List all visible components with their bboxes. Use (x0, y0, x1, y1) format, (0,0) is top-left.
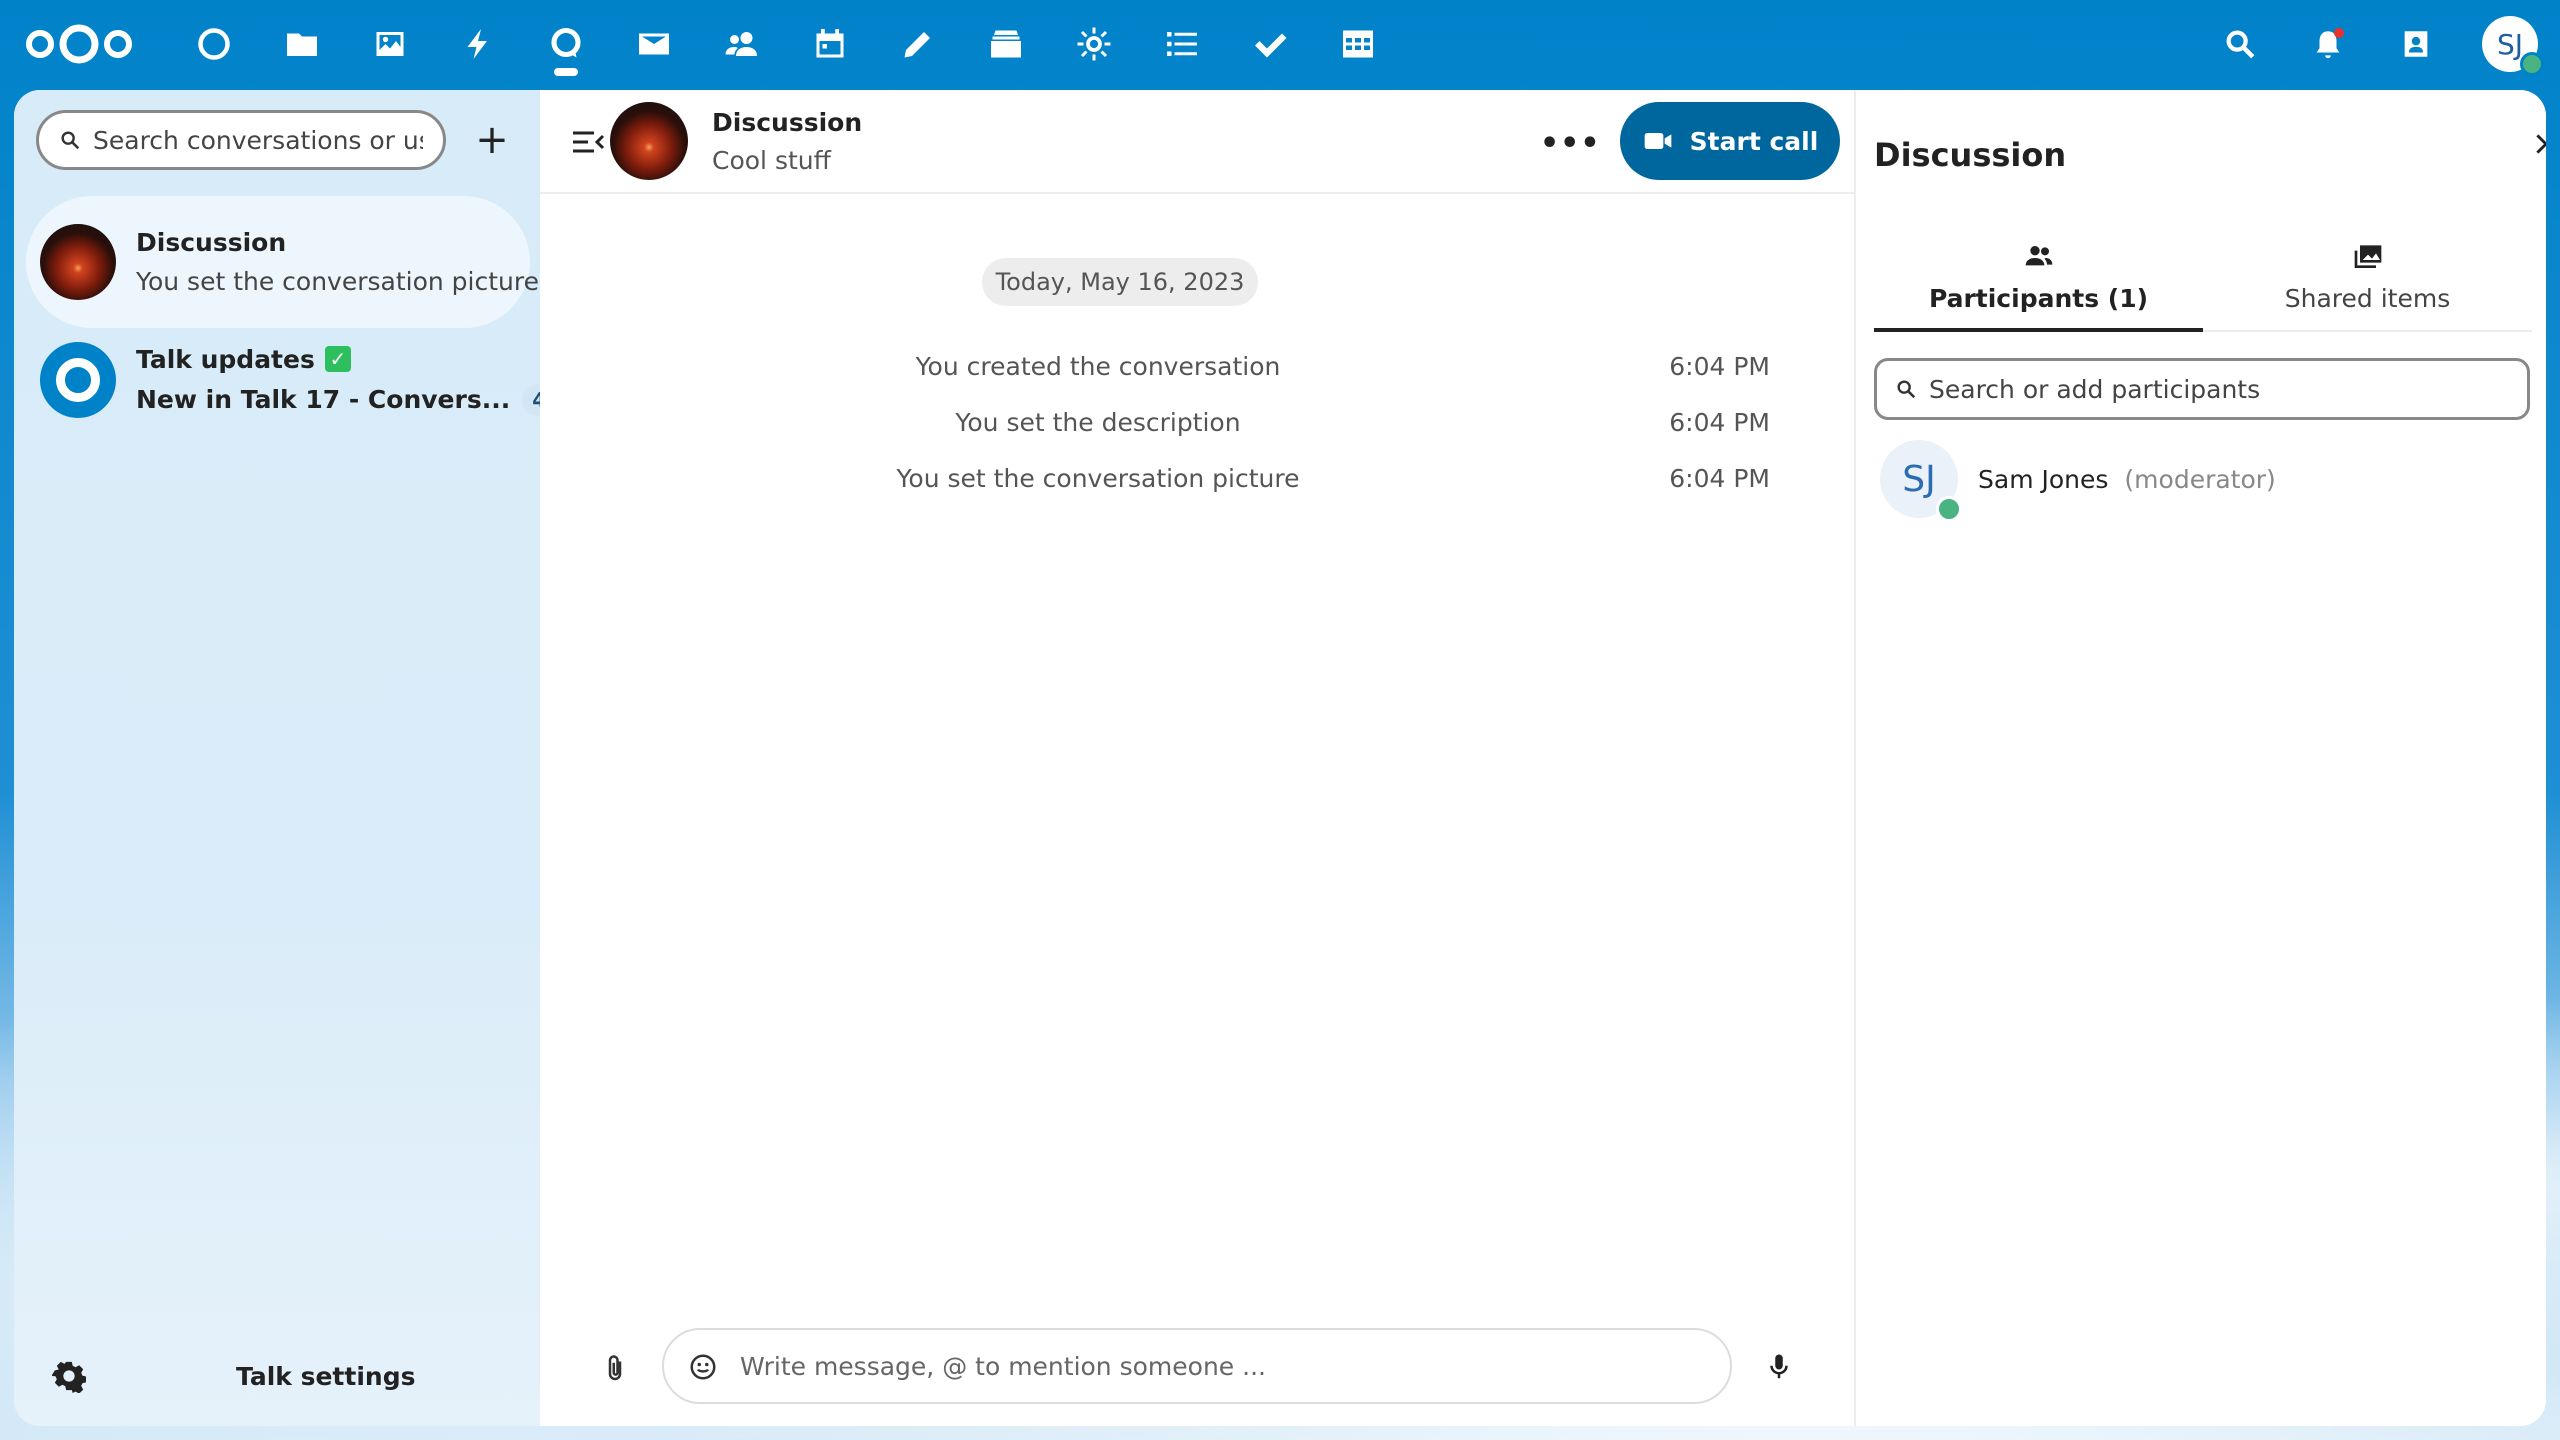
conversation-title: Talk updates (136, 344, 315, 374)
participant-avatar: SJ (1880, 440, 1962, 522)
shared-items-icon (2354, 245, 2381, 268)
mail-icon[interactable] (610, 0, 698, 88)
system-message-text: You set the description (955, 408, 1241, 437)
tab-shared-items[interactable]: Shared items (2203, 240, 2532, 330)
deck-icon[interactable] (962, 0, 1050, 88)
toggle-navigation-icon[interactable] (570, 124, 606, 160)
close-icon (2536, 134, 2546, 154)
conversation-last-message: New in Talk 17 - Convers... (136, 385, 511, 414)
tab-participants[interactable]: Participants (1) (1874, 240, 2203, 332)
list-icon[interactable] (1138, 0, 1226, 88)
activity-icon[interactable] (434, 0, 522, 88)
new-conversation-button[interactable]: + (466, 114, 518, 166)
message-input[interactable] (740, 1346, 1700, 1386)
conversation-item-discussion[interactable]: Discussion You set the conversation pict… (26, 196, 539, 328)
more-actions-button[interactable]: ••• (1540, 126, 1601, 161)
search-icon (61, 131, 80, 150)
chat-header: Discussion Cool stuff ••• Start call (540, 90, 1854, 194)
notes-icon[interactable] (874, 0, 962, 88)
start-call-label: Start call (1689, 126, 1819, 156)
notifications-icon[interactable] (2284, 0, 2372, 88)
contacts-icon[interactable] (698, 0, 786, 88)
verified-check-icon: ✓ (324, 346, 351, 372)
top-header: SJ (0, 0, 2560, 88)
video-camera-icon (1644, 133, 1672, 149)
conversation-avatar[interactable] (610, 102, 688, 180)
system-message: You set the conversation picture 6:04 PM (540, 464, 1856, 504)
system-message: You created the conversation 6:04 PM (540, 352, 1856, 392)
tab-shared-items-label: Shared items (2284, 284, 2451, 313)
participant-role: (moderator) (2124, 464, 2276, 494)
emoji-icon[interactable] (688, 1352, 718, 1382)
talk-icon[interactable] (522, 0, 610, 88)
photos-icon[interactable] (346, 0, 434, 88)
close-sidebar-button[interactable] (2522, 120, 2546, 168)
notification-dot (2334, 28, 2344, 38)
conversation-search-input[interactable] (93, 125, 423, 155)
files-icon[interactable] (258, 0, 346, 88)
search-icon (1897, 380, 1916, 399)
chat-panel: Discussion Cool stuff ••• Start call Tod… (540, 90, 1856, 1426)
tables-icon[interactable] (1314, 0, 1402, 88)
nextcloud-logo[interactable] (24, 20, 134, 68)
online-status-icon (1936, 496, 1962, 522)
tab-participants-label: Participants (1) (1928, 284, 2149, 313)
message-time: 6:04 PM (1669, 408, 1770, 437)
conversation-last-message: You set the conversation picture (136, 267, 540, 296)
talk-app-window: + Discussion You set the conversation pi… (14, 90, 2546, 1426)
system-message-text: You set the conversation picture (896, 464, 1300, 493)
participant-item[interactable]: SJ Sam Jones (moderator) (1874, 436, 2530, 522)
sidebar-title: Discussion (1874, 136, 2067, 174)
message-composer (540, 1328, 1854, 1408)
microphone-icon[interactable] (1764, 1350, 1794, 1384)
gear-icon (52, 1361, 86, 1393)
participant-search[interactable] (1874, 358, 2530, 420)
conversation-list-panel: + Discussion You set the conversation pi… (14, 90, 571, 1426)
message-time: 6:04 PM (1669, 464, 1770, 493)
participants-icon (2025, 246, 2052, 266)
participant-search-input[interactable] (1929, 374, 2509, 404)
talk-settings-label: Talk settings (236, 1361, 416, 1391)
participant-name: Sam Jones (1978, 464, 2109, 494)
conversation-avatar (40, 224, 116, 300)
start-call-button[interactable]: Start call (1620, 102, 1840, 180)
calendar-icon[interactable] (786, 0, 874, 88)
conversation-item-talk-updates[interactable]: Talk updates ✓ New in Talk 17 - Convers.… (26, 330, 571, 430)
tasks-icon[interactable] (1226, 0, 1314, 88)
date-separator: Today, May 16, 2023 (982, 258, 1258, 306)
chat-description: Cool stuff (712, 146, 831, 175)
system-message: You set the description 6:04 PM (540, 408, 1856, 448)
conversation-title: Discussion (136, 228, 287, 257)
chat-title: Discussion (712, 108, 863, 137)
paperclip-icon[interactable] (600, 1354, 630, 1384)
message-time: 6:04 PM (1669, 352, 1770, 381)
sidebar-tabs: Participants (1) Shared items (1874, 240, 2532, 332)
conversation-sidebar: Discussion Participants (1) Shared items… (1856, 90, 2546, 1426)
talk-updates-avatar (40, 342, 116, 418)
app-menu (170, 0, 1402, 88)
dashboard-icon[interactable] (170, 0, 258, 88)
search-icon[interactable] (2196, 0, 2284, 88)
message-input-box[interactable] (662, 1328, 1732, 1404)
conversation-search[interactable] (36, 110, 446, 170)
weather-icon[interactable] (1050, 0, 1138, 88)
talk-settings-button[interactable]: Talk settings (14, 1326, 540, 1426)
online-status-icon (2520, 52, 2544, 76)
system-message-text: You created the conversation (915, 352, 1281, 381)
participant-initials: SJ (1902, 458, 1936, 500)
contacts-menu-icon[interactable] (2372, 0, 2460, 88)
